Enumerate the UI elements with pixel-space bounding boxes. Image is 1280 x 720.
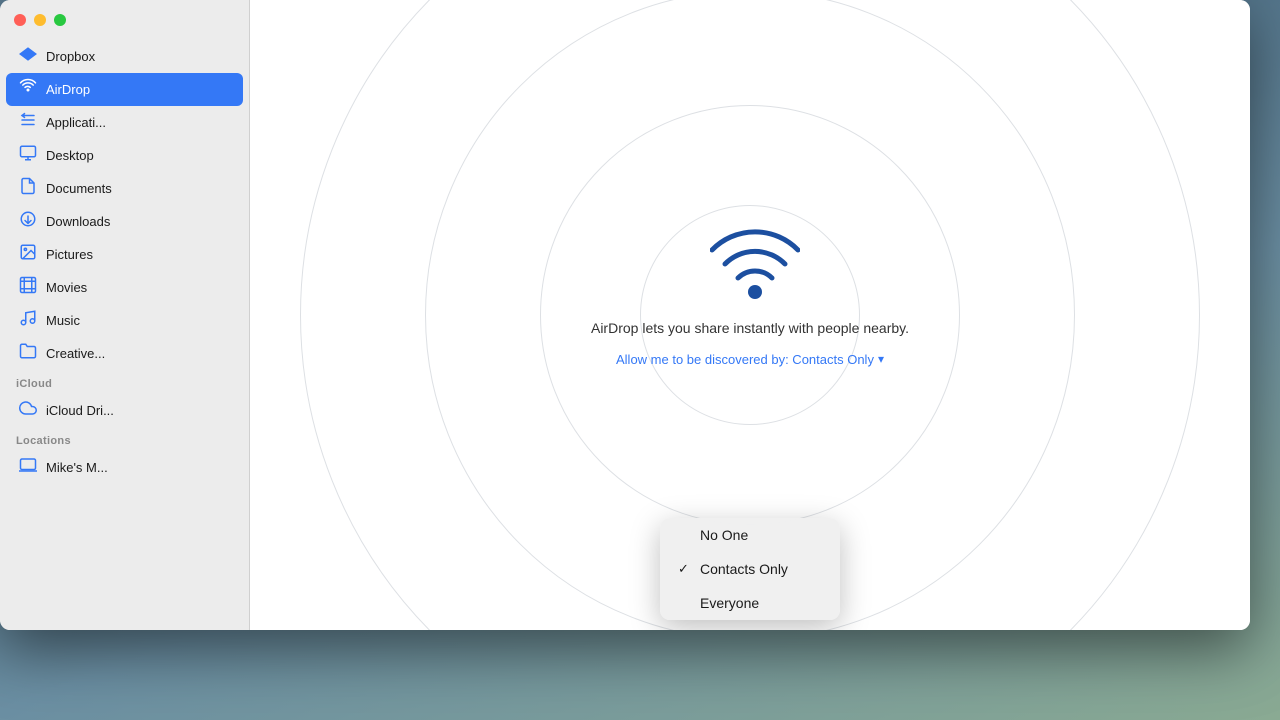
window-controls — [14, 14, 66, 26]
sidebar-item-desktop[interactable]: Desktop — [6, 139, 243, 172]
movies-icon — [18, 276, 38, 299]
desktop-icon — [18, 144, 38, 167]
sidebar-item-label: Movies — [46, 280, 87, 295]
airdrop-icon — [710, 224, 790, 304]
sidebar-item-dropbox[interactable]: Dropbox — [6, 40, 243, 73]
dropdown-item-contacts-only[interactable]: ✓ Contacts Only — [660, 552, 840, 586]
dropdown-item-no-one[interactable]: No One — [660, 518, 840, 552]
creative-icon — [18, 342, 38, 365]
sidebar-item-label: Desktop — [46, 148, 94, 163]
dropbox-icon — [18, 45, 38, 68]
sidebar: Dropbox AirDrop Applicati... — [0, 0, 250, 630]
dropdown-item-everyone[interactable]: Everyone — [660, 586, 840, 620]
music-icon — [18, 309, 38, 332]
sidebar-item-movies[interactable]: Movies — [6, 271, 243, 304]
airdrop-description: AirDrop lets you share instantly with pe… — [591, 320, 909, 336]
sidebar-item-airdrop[interactable]: AirDrop — [6, 73, 243, 106]
documents-icon — [18, 177, 38, 200]
chevron-down-icon: ▾ — [878, 352, 884, 366]
laptop-icon — [18, 456, 38, 479]
icloud-icon — [18, 399, 38, 422]
discovered-by-label: Allow me to be discovered by: Contacts O… — [616, 352, 874, 367]
sidebar-item-downloads[interactable]: Downloads — [6, 205, 243, 238]
locations-section-label: Locations — [0, 427, 249, 451]
airdrop-dropdown-menu: No One ✓ Contacts Only Everyone — [660, 518, 840, 620]
contacts-only-label: Contacts Only — [700, 561, 788, 577]
sidebar-item-documents[interactable]: Documents — [6, 172, 243, 205]
sidebar-item-pictures[interactable]: Pictures — [6, 238, 243, 271]
sidebar-item-label: Dropbox — [46, 49, 95, 64]
sidebar-item-label: Pictures — [46, 247, 93, 262]
fullscreen-button[interactable] — [54, 14, 66, 26]
sidebar-item-music[interactable]: Music — [6, 304, 243, 337]
sidebar-item-applications[interactable]: Applicati... — [6, 106, 243, 139]
close-button[interactable] — [14, 14, 26, 26]
sidebar-item-label: AirDrop — [46, 82, 90, 97]
airdrop-center-content: AirDrop lets you share instantly with pe… — [591, 224, 909, 367]
minimize-button[interactable] — [34, 14, 46, 26]
sidebar-item-label: Applicati... — [46, 115, 106, 130]
airdrop-discovered-link[interactable]: Allow me to be discovered by: Contacts O… — [616, 352, 884, 367]
everyone-label: Everyone — [700, 595, 759, 611]
main-content-area: AirDrop lets you share instantly with pe… — [250, 0, 1250, 630]
everyone-check — [678, 596, 692, 611]
sidebar-item-label: Documents — [46, 181, 112, 196]
sidebar-item-label: Creative... — [46, 346, 105, 361]
airdrop-sidebar-icon — [18, 78, 38, 101]
downloads-icon — [18, 210, 38, 233]
sidebar-item-label: Mike's M... — [46, 460, 108, 475]
contacts-only-check: ✓ — [678, 561, 692, 577]
applications-icon — [18, 111, 38, 134]
no-one-label: No One — [700, 527, 748, 543]
sidebar-item-label: Downloads — [46, 214, 110, 229]
no-one-check — [678, 528, 692, 543]
sidebar-item-creative[interactable]: Creative... — [6, 337, 243, 370]
pictures-icon — [18, 243, 38, 266]
sidebar-item-label: Music — [46, 313, 80, 328]
sidebar-item-icloud-drive[interactable]: iCloud Dri... — [6, 394, 243, 427]
icloud-section-label: iCloud — [0, 370, 249, 394]
sidebar-item-mikes-mac[interactable]: Mike's M... — [6, 451, 243, 484]
sidebar-item-label: iCloud Dri... — [46, 403, 114, 418]
finder-window: Dropbox AirDrop Applicati... — [0, 0, 1250, 630]
